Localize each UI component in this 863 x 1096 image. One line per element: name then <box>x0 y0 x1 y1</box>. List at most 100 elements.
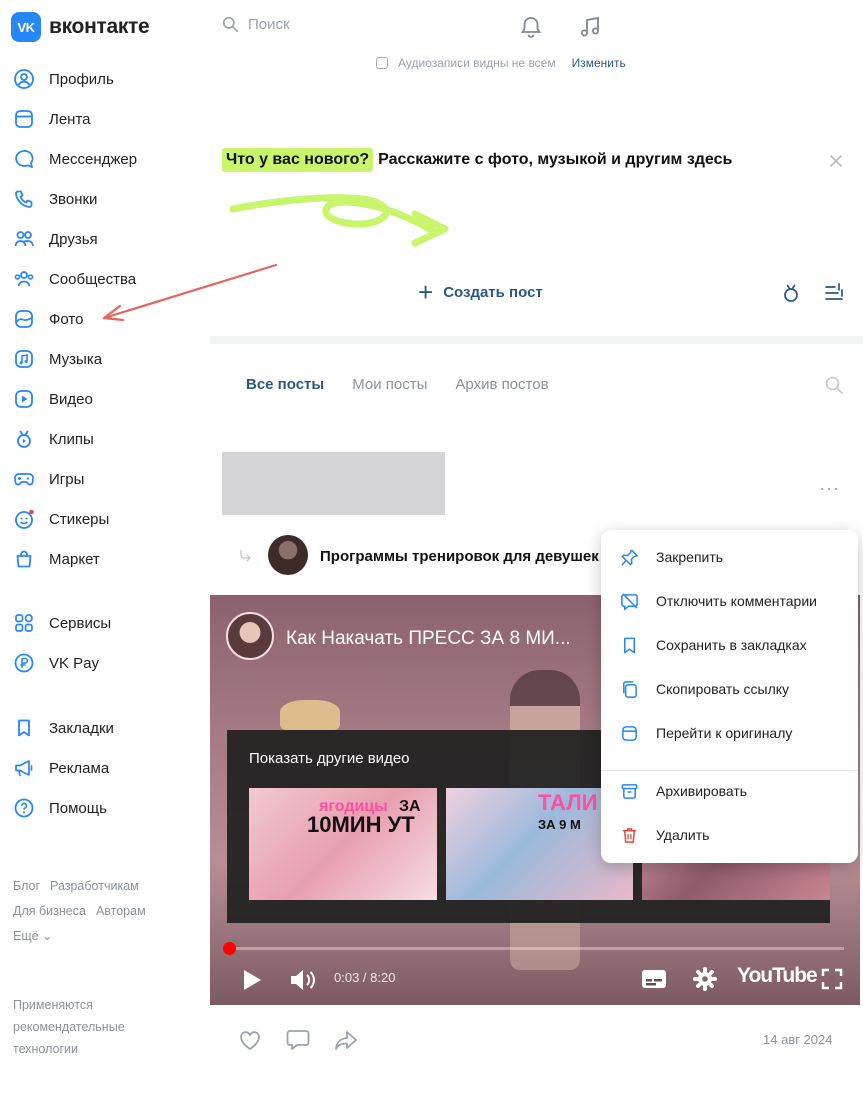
sidebar-item-stickers[interactable]: Стикеры <box>12 504 109 534</box>
sidebar-item-label: Помощь <box>49 799 107 817</box>
clip-camera-icon[interactable] <box>779 281 803 305</box>
menu-item-copy-link[interactable]: Скопировать ссылку <box>619 677 789 701</box>
sidebar-item-feed[interactable]: Лента <box>12 104 91 134</box>
video-icon <box>12 387 36 411</box>
plus-icon: + <box>418 277 434 307</box>
video-progress-bar[interactable] <box>226 947 844 950</box>
sidebar-item-market[interactable]: Маркет <box>12 544 100 574</box>
search-icon[interactable] <box>823 374 845 396</box>
prompt-text: Расскажите с фото, музыкой и другим здес… <box>378 151 733 168</box>
footer-link-blog[interactable]: Блог <box>13 879 40 893</box>
tab-all-posts[interactable]: Все посты <box>246 376 324 393</box>
sidebar-item-photo[interactable]: Фото <box>12 304 83 334</box>
sidebar-item-label: Мессенджер <box>49 150 138 168</box>
sidebar-item-video[interactable]: Видео <box>12 384 93 414</box>
sidebar-item-ads[interactable]: Реклама <box>12 753 109 783</box>
video-scrubber-knob[interactable] <box>223 942 236 955</box>
menu-item-go-to-original[interactable]: Перейти к оригиналу <box>619 721 792 745</box>
search-icon <box>222 16 239 33</box>
sidebar-item-games[interactable]: Игры <box>12 464 84 494</box>
feed-icon <box>12 107 36 131</box>
sidebar-item-profile[interactable]: Профиль <box>12 64 114 94</box>
phone-icon <box>12 187 36 211</box>
menu-item-disable-comments[interactable]: Отключить комментарии <box>619 589 817 613</box>
footer-links: Блог Разработчикам Для бизнеса Авторам Ещё… <box>13 874 156 949</box>
subtitles-icon[interactable] <box>641 968 667 990</box>
sidebar-item-services[interactable]: Сервисы <box>12 608 111 638</box>
repost-arrow-icon <box>240 550 251 562</box>
services-icon <box>12 611 36 635</box>
sidebar-item-communities[interactable]: Сообщества <box>12 264 136 294</box>
like-icon[interactable] <box>236 1026 264 1054</box>
post-title[interactable]: Программы тренировок для девушек <box>320 548 602 565</box>
menu-item-label: Сохранить в закладках <box>656 637 807 653</box>
notice-change-link[interactable]: Изменить <box>572 56 626 70</box>
notice-checkbox[interactable] <box>376 57 388 69</box>
recommendation-notice[interactable]: Применяются рекомендательные технологии <box>13 994 183 1060</box>
green-arrow-head <box>411 210 449 247</box>
menu-item-save-bookmark[interactable]: Сохранить в закладках <box>619 633 807 657</box>
sidebar-item-label: Игры <box>49 470 85 488</box>
feed-settings-icon[interactable] <box>822 281 846 305</box>
section-divider <box>210 336 863 344</box>
volume-icon[interactable] <box>288 967 318 993</box>
comment-icon[interactable] <box>284 1026 312 1054</box>
menu-item-archive[interactable]: Архивировать <box>619 779 747 803</box>
footer-link-developers[interactable]: Разработчикам <box>50 879 139 893</box>
composer-prompt[interactable]: Что у вас нового? Расскажите с фото, муз… <box>222 148 732 172</box>
sidebar-item-calls[interactable]: Звонки <box>12 184 97 214</box>
sidebar-item-label: Видео <box>49 390 93 408</box>
search-field[interactable]: Поиск <box>222 16 290 33</box>
sidebar-item-label: Сервисы <box>49 614 112 632</box>
create-post-label: Создать пост <box>443 283 543 301</box>
games-icon <box>12 467 36 491</box>
avatar[interactable] <box>268 535 308 575</box>
sidebar-item-vk-pay[interactable]: VK Pay <box>12 648 99 678</box>
menu-item-label: Закрепить <box>656 549 724 565</box>
green-scribble-arrow <box>229 194 440 237</box>
fullscreen-icon[interactable] <box>820 967 844 991</box>
menu-item-pin[interactable]: Закрепить <box>619 545 723 569</box>
vk-logo[interactable]: VK вконтакте <box>11 12 150 42</box>
pin-icon <box>619 547 639 567</box>
sidebar-item-bookmarks[interactable]: Закладки <box>12 713 114 743</box>
sidebar-item-messenger[interactable]: Мессенджер <box>12 144 137 174</box>
sidebar-item-music[interactable]: Музыка <box>12 344 102 374</box>
bell-icon[interactable] <box>518 14 544 40</box>
more-options-icon[interactable]: ··· <box>819 478 840 499</box>
channel-avatar[interactable] <box>226 612 274 660</box>
menu-item-delete[interactable]: Удалить <box>619 823 709 847</box>
tab-my-posts[interactable]: Мои посты <box>352 376 427 393</box>
footer-link-authors[interactable]: Авторам <box>96 904 146 918</box>
share-icon[interactable] <box>332 1026 360 1054</box>
video-title[interactable]: Как Накачать ПРЕСС ЗА 8 МИ... <box>286 628 571 650</box>
settings-gear-icon[interactable] <box>692 966 718 992</box>
sidebar-item-label: Закладки <box>49 719 114 737</box>
menu-item-label: Удалить <box>656 827 710 843</box>
youtube-logo[interactable]: YouTube <box>737 964 818 988</box>
sidebar-item-clips[interactable]: Клипы <box>12 424 94 454</box>
thumb-text: ТАЛИ <box>538 790 598 815</box>
footer-link-business[interactable]: Для бизнеса <box>13 904 86 918</box>
vk-pay-icon <box>12 651 36 675</box>
thumb-text: ЗА 9 М <box>538 817 581 832</box>
tab-archive[interactable]: Архив постов <box>455 376 548 393</box>
top-bar: VK вконтакте Поиск <box>0 0 863 58</box>
close-icon[interactable] <box>826 151 846 171</box>
video-thumbnail[interactable]: ягодицы ЗА 10МИН УТ <box>249 788 437 900</box>
prompt-highlight: Что у вас нового? <box>222 148 374 172</box>
sidebar-item-label: Клипы <box>49 430 94 448</box>
bookmarks-icon <box>12 716 36 740</box>
footer-link-more[interactable]: Ещё ⌄ <box>13 929 53 943</box>
post-tabs: Все посты Мои посты Архив постов <box>246 376 549 393</box>
copy-link-icon <box>619 679 639 699</box>
bookmark-icon <box>619 635 639 655</box>
sidebar-item-help[interactable]: Помощь <box>12 793 107 823</box>
video-time: 0:03 / 8:20 <box>334 970 396 985</box>
music-note-icon[interactable] <box>577 14 603 40</box>
menu-item-label: Скопировать ссылку <box>656 681 790 697</box>
create-post-button[interactable]: + Создать пост <box>418 277 543 307</box>
sidebar-item-label: Фото <box>49 310 84 328</box>
sidebar-item-friends[interactable]: Друзья <box>12 224 98 254</box>
play-icon[interactable] <box>240 967 264 993</box>
